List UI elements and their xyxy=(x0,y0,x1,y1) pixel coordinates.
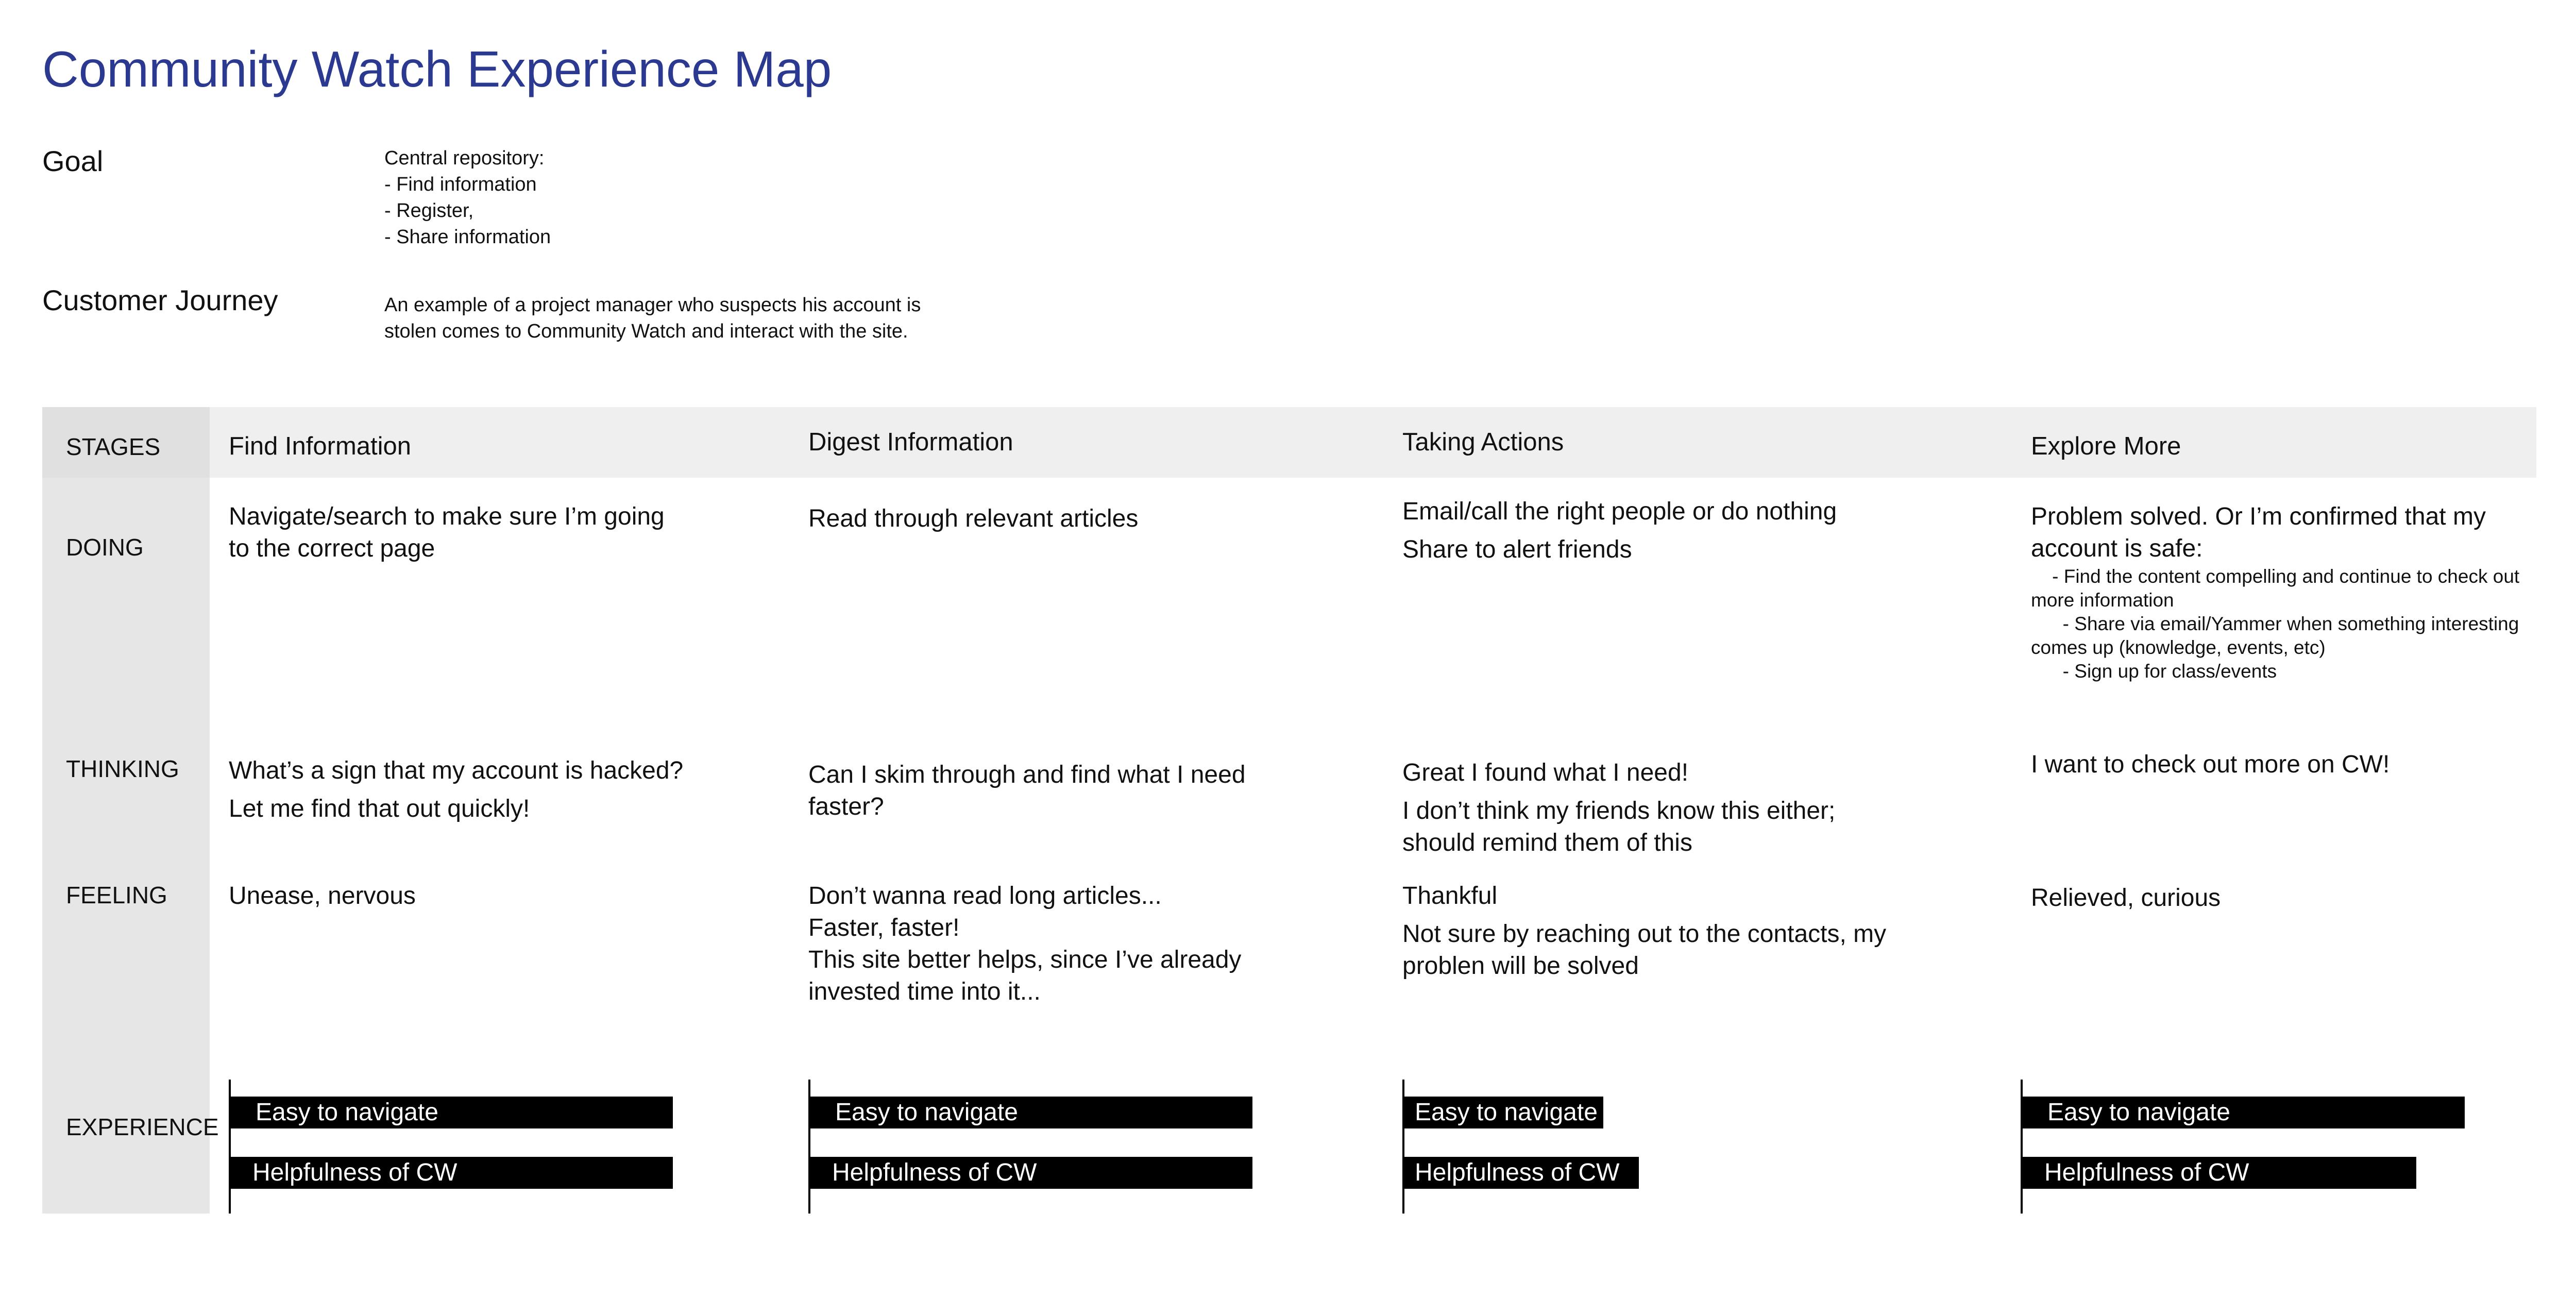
cell-line: Email/call the right people or do nothin… xyxy=(1402,498,1837,525)
cell-paragraph: Share to alert friends xyxy=(1402,534,1837,566)
cell-doing: Email/call the right people or do nothin… xyxy=(1402,496,1837,566)
easy-to-navigate-bar: Easy to navigate xyxy=(2023,1097,2465,1128)
journey-text: An example of a project manager who susp… xyxy=(384,292,921,345)
cell-line: Great I found what I need! xyxy=(1402,759,1689,786)
row-label-feeling: FEELING xyxy=(66,882,167,908)
cell-thinking: I want to check out more on CW! xyxy=(2031,749,2389,781)
cell-paragraph: Navigate/search to make sure I’m going to… xyxy=(229,501,665,565)
cell-line: Faster, faster! xyxy=(808,914,960,941)
goal-line: - Find information xyxy=(384,174,537,195)
stage-name: Explore More xyxy=(2031,432,2181,460)
cell-paragraph: Great I found what I need! xyxy=(1402,757,1835,789)
cell-doing: Read through relevant articles xyxy=(808,503,1138,535)
cell-paragraph: Read through relevant articles xyxy=(808,503,1138,535)
cell-line: Problem solved. Or I’m confirmed that my xyxy=(2031,503,2486,530)
cell-doing: Problem solved. Or I’m confirmed that my… xyxy=(2031,501,2519,683)
cell-line: faster? xyxy=(808,793,884,820)
cell-sub-item: comes up (knowledge, events, etc) xyxy=(2031,637,2326,658)
cell-line: Can I skim through and find what I need xyxy=(808,761,1246,788)
easy-to-navigate-bar: Easy to navigate xyxy=(1404,1097,1603,1128)
goal-line: Central repository: xyxy=(384,147,545,169)
cell-line: What’s a sign that my account is hacked? xyxy=(229,757,684,784)
cell-sub-item: - Share via email/Yammer when something … xyxy=(2031,613,2519,634)
cell-paragraph: Not sure by reaching out to the contacts… xyxy=(1402,918,1886,982)
goal-line: - Register, xyxy=(384,200,474,222)
cell-line: Don’t wanna read long articles... xyxy=(808,882,1162,909)
cell-paragraph: Let me find that out quickly! xyxy=(229,793,683,825)
cell-paragraph: Relieved, curious xyxy=(2031,882,2221,914)
helpfulness-bar: Helpfulness of CW xyxy=(231,1157,673,1189)
cell-paragraph: Problem solved. Or I’m confirmed that my… xyxy=(2031,501,2519,565)
cell-thinking: Great I found what I need! I don’t think … xyxy=(1402,757,1835,859)
goal-text: Central repository: - Find information -… xyxy=(384,145,551,250)
stage-name: Taking Actions xyxy=(1402,428,1564,456)
journey-line: An example of a project manager who susp… xyxy=(384,294,921,316)
cell-line: Read through relevant articles xyxy=(808,505,1139,532)
cell-line: Not sure by reaching out to the contacts… xyxy=(1402,920,1887,948)
easy-to-navigate-bar: Easy to navigate xyxy=(810,1097,1252,1128)
journey-line: stolen comes to Community Watch and inte… xyxy=(384,321,908,342)
cell-sub-item: - Find the content compelling and contin… xyxy=(2031,566,2520,587)
row-label-experience: EXPERIENCE xyxy=(66,1114,219,1140)
row-label-doing: DOING xyxy=(66,534,144,561)
cell-feeling: Thankful Not sure by reaching out to the … xyxy=(1402,880,1886,982)
easy-to-navigate-bar: Easy to navigate xyxy=(231,1097,673,1128)
cell-sub-item: - Sign up for class/events xyxy=(2031,661,2277,682)
cell-thinking: What’s a sign that my account is hacked?… xyxy=(229,755,683,825)
cell-line: This site better helps, since I’ve alrea… xyxy=(808,946,1242,973)
cell-line: I don’t think my friends know this eithe… xyxy=(1402,797,1836,824)
cell-paragraph: Can I skim through and find what I need f… xyxy=(808,759,1246,823)
cell-paragraph: What’s a sign that my account is hacked? xyxy=(229,755,683,787)
cell-paragraph: Thankful xyxy=(1402,880,1886,912)
cell-line: Relieved, curious xyxy=(2031,884,2221,912)
cell-paragraph: Don’t wanna read long articles... Faster,… xyxy=(808,880,1241,1008)
goal-label: Goal xyxy=(42,145,104,177)
cell-line: Unease, nervous xyxy=(229,882,416,909)
cell-line: Thankful xyxy=(1402,882,1498,909)
cell-feeling: Unease, nervous xyxy=(229,880,416,912)
cell-feeling: Relieved, curious xyxy=(2031,882,2221,914)
page-title: Community Watch Experience Map xyxy=(42,41,832,97)
cell-line: Navigate/search to make sure I’m going xyxy=(229,503,665,530)
cell-line: account is safe: xyxy=(2031,535,2203,562)
cell-sub-item: more information xyxy=(2031,589,2174,611)
cell-line: invested time into it... xyxy=(808,978,1041,1005)
cell-line: I want to check out more on CW! xyxy=(2031,751,2390,778)
stage-name: Find Information xyxy=(229,432,412,460)
cell-line: problen will be solved xyxy=(1402,952,1639,980)
cell-paragraph: I want to check out more on CW! xyxy=(2031,749,2389,781)
stage-label-column xyxy=(42,407,210,1214)
cell-feeling: Don’t wanna read long articles... Faster,… xyxy=(808,880,1241,1008)
cell-paragraph: Unease, nervous xyxy=(229,880,416,912)
cell-paragraph: I don’t think my friends know this eithe… xyxy=(1402,795,1835,859)
stage-name: Digest Information xyxy=(808,428,1013,456)
journey-label: Customer Journey xyxy=(42,284,278,316)
cell-line: Let me find that out quickly! xyxy=(229,795,530,822)
helpfulness-bar: Helpfulness of CW xyxy=(1404,1157,1639,1189)
cell-line: to the correct page xyxy=(229,535,435,562)
cell-line: Share to alert friends xyxy=(1402,536,1632,563)
cell-thinking: Can I skim through and find what I need f… xyxy=(808,759,1246,823)
row-label-stages: STAGES xyxy=(66,433,161,460)
row-label-thinking: THINKING xyxy=(66,755,179,782)
goal-line: - Share information xyxy=(384,226,551,248)
helpfulness-bar: Helpfulness of CW xyxy=(810,1157,1252,1189)
helpfulness-bar: Helpfulness of CW xyxy=(2023,1157,2416,1189)
cell-line: should remind them of this xyxy=(1402,829,1692,856)
cell-doing: Navigate/search to make sure I’m going to… xyxy=(229,501,665,565)
cell-sub-list: - Find the content compelling and contin… xyxy=(2031,565,2519,683)
cell-paragraph: Email/call the right people or do nothin… xyxy=(1402,496,1837,528)
